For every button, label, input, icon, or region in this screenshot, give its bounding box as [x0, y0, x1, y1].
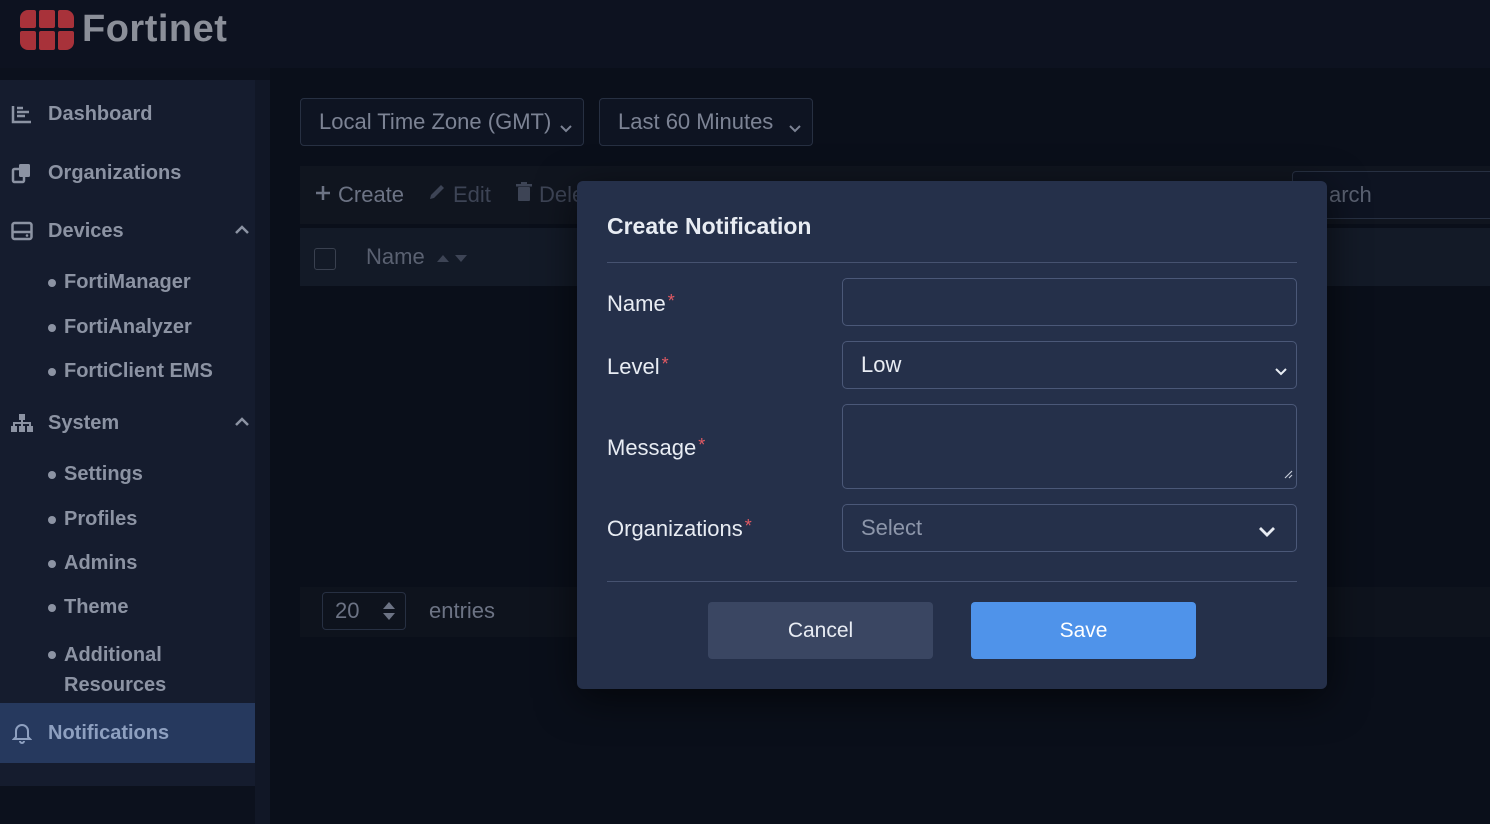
sitemap-icon — [10, 412, 34, 434]
sidebar-subitem-admins[interactable]: Admins — [48, 552, 137, 575]
sidebar-item-notifications[interactable]: Notifications — [0, 703, 255, 763]
delete-button[interactable]: Dele — [515, 182, 584, 208]
sort-icon — [435, 244, 469, 269]
sidebar-item-label: Devices — [48, 219, 124, 242]
save-button[interactable]: Save — [971, 602, 1196, 659]
fortinet-logo[interactable]: Fortinet — [20, 8, 227, 51]
message-textarea[interactable] — [842, 404, 1297, 489]
name-input[interactable] — [842, 278, 1297, 326]
sidebar-subitem-fortimanager[interactable]: FortiManager — [48, 271, 191, 294]
name-label: Name * — [607, 291, 675, 316]
sidebar-item-label: System — [48, 411, 120, 434]
bullet-icon — [48, 368, 56, 376]
bullet-icon — [48, 279, 56, 287]
sidebar-item-devices[interactable]: Devices — [0, 209, 255, 253]
sidebar-item-organizations[interactable]: Organizations — [0, 151, 255, 195]
divider — [607, 262, 1297, 263]
chevron-down-icon — [1274, 358, 1288, 384]
cancel-button[interactable]: Cancel — [708, 602, 933, 659]
sidebar-subitem-forticlient-ems[interactable]: FortiClient EMS — [48, 360, 213, 383]
edit-button[interactable]: Edit — [427, 182, 491, 208]
pencil-icon — [427, 182, 447, 208]
sidebar-item-label: Dashboard — [48, 102, 153, 125]
message-label: Message * — [607, 435, 706, 460]
sidebar-subitem-theme[interactable]: Theme — [48, 596, 128, 619]
chart-line-icon — [10, 103, 34, 125]
bullet-icon — [48, 604, 56, 612]
sidebar-divider — [255, 80, 270, 824]
copy-icon — [10, 162, 34, 184]
brand-name: Fortinet — [82, 8, 228, 50]
bullet-icon — [48, 651, 56, 659]
bullet-icon — [48, 324, 56, 332]
create-button[interactable]: Create — [314, 182, 404, 208]
entries-label: entries — [429, 598, 496, 623]
hdd-icon — [10, 220, 34, 242]
chevron-down-icon — [559, 115, 573, 141]
chevron-down-icon — [788, 115, 802, 141]
sidebar: Dashboard Organizations Devices FortiMan… — [0, 80, 255, 786]
bullet-icon — [48, 471, 56, 479]
organizations-label: Organizations * — [607, 516, 752, 541]
chevron-down-icon — [1258, 520, 1276, 546]
fortinet-logo-icon — [20, 9, 74, 50]
sidebar-item-system[interactable]: System — [0, 401, 255, 445]
sort-arrows-icon — [381, 599, 397, 629]
sidebar-subitem-profiles[interactable]: Profiles — [48, 508, 137, 531]
sidebar-item-label: Notifications — [48, 721, 170, 744]
sidebar-item-dashboard[interactable]: Dashboard — [0, 92, 255, 136]
top-bar: Fortinet — [0, 0, 1490, 68]
divider — [607, 581, 1297, 582]
level-label: Level * — [607, 354, 669, 379]
bullet-icon — [48, 516, 56, 524]
select-all-checkbox[interactable] — [314, 248, 336, 270]
chevron-up-icon[interactable] — [233, 221, 251, 239]
resize-handle-icon[interactable] — [1283, 459, 1293, 485]
time-range-select[interactable]: Last 60 Minutes — [599, 98, 813, 146]
plus-icon — [314, 182, 332, 208]
organizations-select[interactable]: Select — [842, 504, 1297, 552]
trash-icon — [515, 182, 533, 208]
bullet-icon — [48, 560, 56, 568]
sidebar-subitem-additional-resources[interactable]: Additional Resources — [48, 640, 168, 700]
chevron-up-icon[interactable] — [233, 413, 251, 431]
sidebar-item-label: Organizations — [48, 161, 182, 184]
level-select[interactable]: Low — [842, 341, 1297, 389]
timezone-select[interactable]: Local Time Zone (GMT) — [300, 98, 584, 146]
bell-icon — [10, 722, 34, 744]
sidebar-subitem-fortianalyzer[interactable]: FortiAnalyzer — [48, 316, 192, 339]
create-notification-dialog: Create Notification Name * Level * Low Mes… — [577, 181, 1327, 689]
sidebar-subitem-settings[interactable]: Settings — [48, 463, 143, 486]
column-header-name[interactable]: Name — [366, 244, 469, 270]
page-size-select[interactable]: 20 — [322, 592, 406, 630]
dialog-title: Create Notification — [607, 213, 812, 239]
